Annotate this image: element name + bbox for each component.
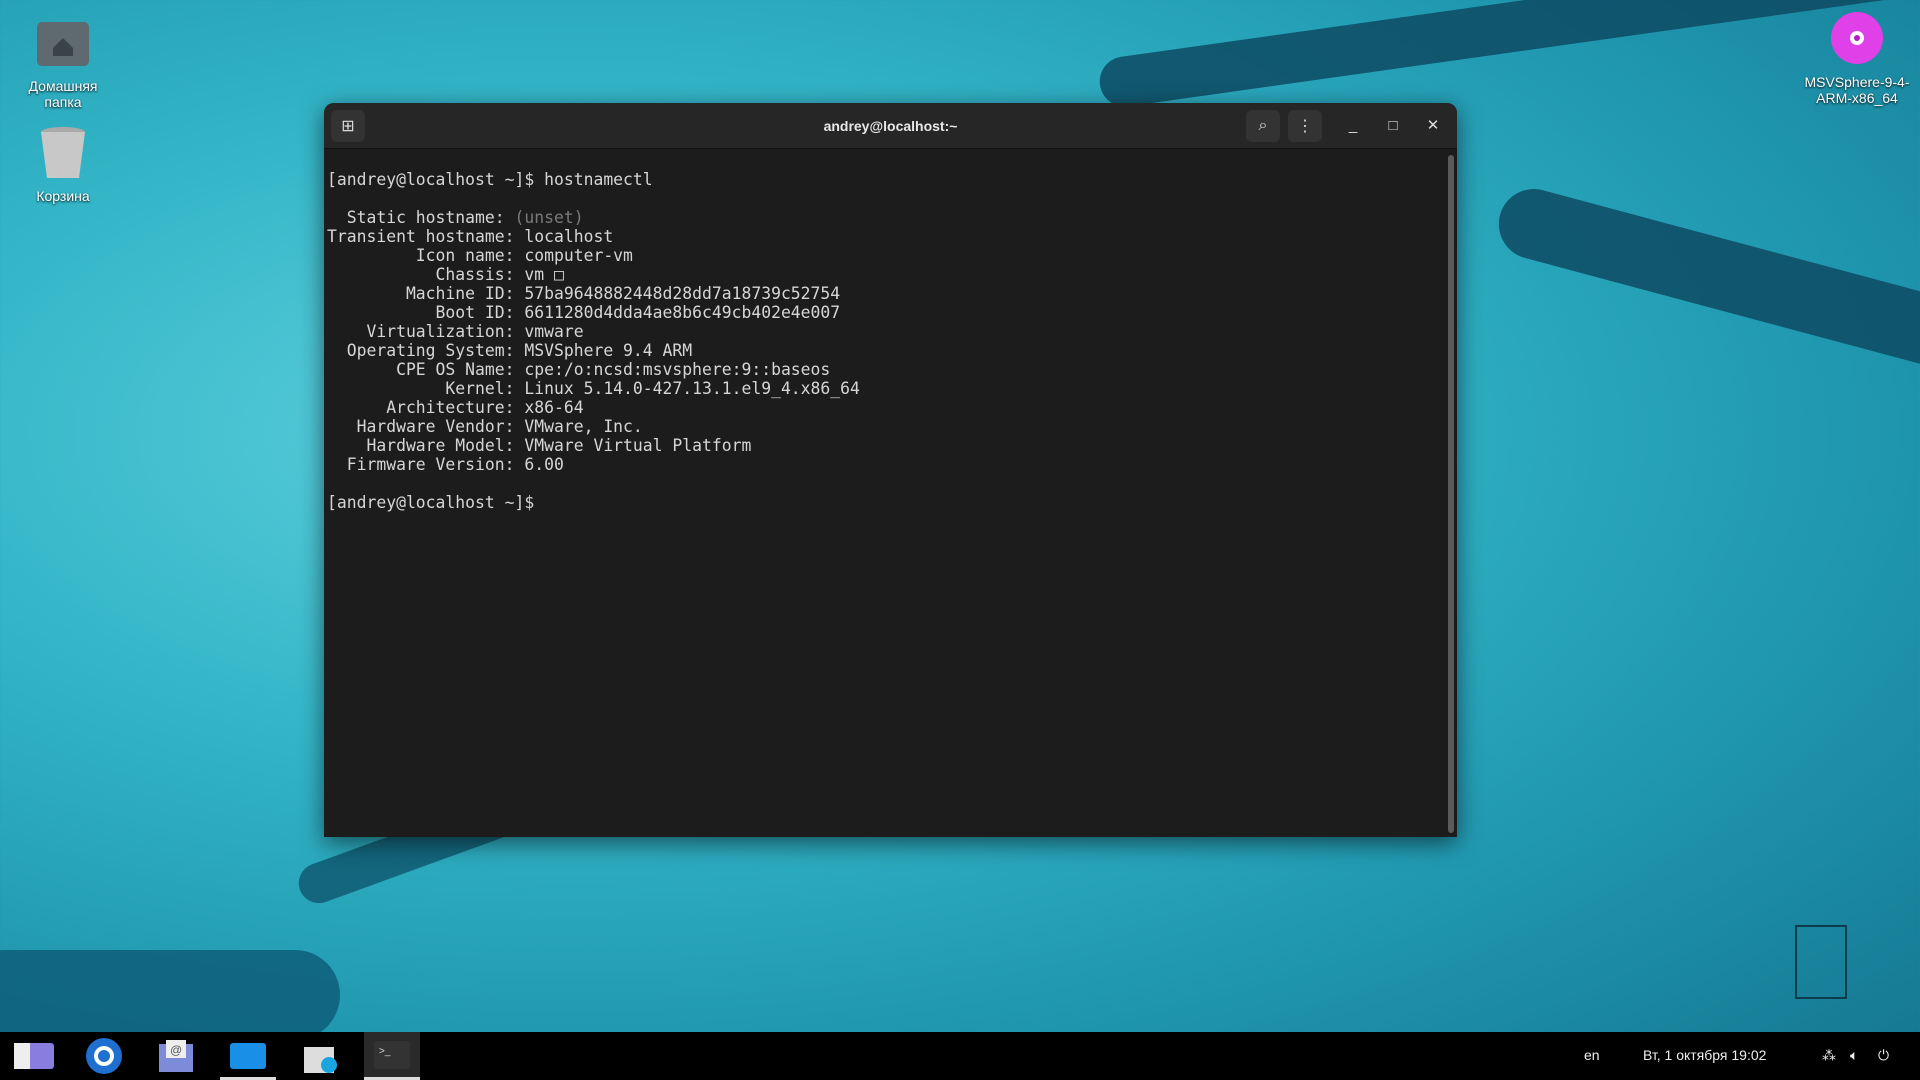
field-label: Icon name: xyxy=(327,246,525,265)
close-button[interactable]: ✕ xyxy=(1422,115,1444,137)
field-label: Hardware Vendor: xyxy=(327,417,525,436)
field-label: Chassis: xyxy=(327,265,525,284)
output-line: Hardware Vendor: VMware, Inc. xyxy=(327,417,860,436)
taskbar-files[interactable] xyxy=(220,1032,276,1080)
kebab-menu-icon: ⋮ xyxy=(1297,118,1313,135)
field-label: Boot ID: xyxy=(327,303,525,322)
field-label: Firmware Version: xyxy=(327,455,525,474)
output-line: Virtualization: vmware xyxy=(327,322,860,341)
taskbar-software-store[interactable] xyxy=(292,1032,348,1080)
mail-icon: @ xyxy=(159,1040,193,1072)
apps-menu-icon xyxy=(14,1043,54,1069)
output-line: Architecture: x86-64 xyxy=(327,398,860,417)
field-label: Architecture: xyxy=(327,398,525,417)
output-line: Machine ID: 57ba9648882448d28dd7a18739c5… xyxy=(327,284,860,303)
field-label: Kernel: xyxy=(327,379,525,398)
prompt-line: [andrey@localhost ~]$ xyxy=(327,493,860,512)
taskbar-terminal[interactable]: >_ xyxy=(364,1032,420,1080)
desktop-icon-label: Корзина xyxy=(36,188,90,204)
output-line: Boot ID: 6611280d4dda4ae8b6c49cb402e4e00… xyxy=(327,303,860,322)
output-line: Chassis: vm □ xyxy=(327,265,860,284)
output-line: Operating System: MSVSphere 9.4 ARM xyxy=(327,341,860,360)
optical-disc-icon xyxy=(1827,10,1887,70)
field-value: VMware, Inc. xyxy=(524,417,643,436)
taskbar-mail[interactable]: @ xyxy=(148,1032,204,1080)
command-line: [andrey@localhost ~]$ hostnamectl xyxy=(327,170,860,189)
desktop-icon-home[interactable]: Домашняя папка xyxy=(8,14,118,110)
field-label: Operating System: xyxy=(327,341,525,360)
field-label: Static hostname: xyxy=(327,208,515,227)
field-label: Transient hostname: xyxy=(327,227,525,246)
field-label: Hardware Model: xyxy=(327,436,525,455)
field-value: x86-64 xyxy=(524,398,584,417)
prompt: [andrey@localhost ~]$ xyxy=(327,493,545,512)
terminal-icon: >_ xyxy=(374,1040,410,1069)
search-button[interactable]: ⌕ xyxy=(1246,110,1280,142)
output-line: Kernel: Linux 5.14.0-427.13.1.el9_4.x86_… xyxy=(327,379,860,398)
clock[interactable]: Вт, 1 октября 19:02 xyxy=(1643,1047,1766,1063)
terminal-output[interactable]: [andrey@localhost ~]$ hostnamectl Static… xyxy=(327,151,860,550)
output-line: Static hostname: (unset) xyxy=(327,208,860,227)
taskbar-browser[interactable] xyxy=(76,1032,132,1080)
field-value: 6.00 xyxy=(524,455,564,474)
minimize-button[interactable]: _ xyxy=(1342,115,1364,137)
field-value: MSVSphere 9.4 ARM xyxy=(524,341,693,360)
taskbar-apps-menu[interactable] xyxy=(6,1032,62,1080)
field-value: vmware xyxy=(524,322,584,341)
field-value: VMware Virtual Platform xyxy=(524,436,752,455)
folder-home-icon xyxy=(33,14,93,74)
field-value: localhost xyxy=(524,227,614,246)
field-label: CPE OS Name: xyxy=(327,360,525,379)
output-line: Transient hostname: localhost xyxy=(327,227,860,246)
field-value: Linux 5.14.0-427.13.1.el9_4.x86_64 xyxy=(524,379,860,398)
desktop-icon-disc[interactable]: MSVSphere-9-4-ARM-x86_64 xyxy=(1800,10,1914,106)
field-label: Virtualization: xyxy=(327,322,525,341)
output-line: CPE OS Name: cpe:/o:ncsd:msvsphere:9::ba… xyxy=(327,360,860,379)
store-bag-icon xyxy=(304,1047,337,1073)
command: hostnamectl xyxy=(544,170,653,189)
taskbar: @ >_ en Вт, 1 октября 19:02 ⁂ 🔈︎ ⏻ xyxy=(0,1032,1920,1080)
menu-button[interactable]: ⋮ xyxy=(1288,110,1322,142)
stamp-logo xyxy=(1795,925,1847,999)
prompt: [andrey@localhost ~]$ xyxy=(327,170,545,189)
maximize-button[interactable]: □ xyxy=(1382,115,1404,137)
output-line: Icon name: computer-vm xyxy=(327,246,860,265)
browser-icon xyxy=(86,1038,122,1074)
field-value: vm □ xyxy=(524,265,564,284)
terminal-window[interactable]: ⊞ andrey@localhost:~ ⌕ ⋮ _ □ ✕ [andrey@l… xyxy=(324,103,1457,837)
folder-icon xyxy=(230,1042,266,1069)
desktop-icon-trash[interactable]: Корзина xyxy=(8,124,118,204)
field-value: computer-vm xyxy=(524,246,633,265)
trash-icon xyxy=(33,124,93,184)
svg-text:>_: >_ xyxy=(379,1046,391,1057)
field-value: 6611280d4dda4ae8b6c49cb402e4e007 xyxy=(524,303,841,322)
field-label: Machine ID: xyxy=(327,284,525,303)
desktop-icon-label: Домашняя папка xyxy=(28,78,98,110)
field-value: (unset) xyxy=(514,208,584,227)
scrollbar[interactable] xyxy=(1448,155,1454,833)
network-icon[interactable]: ⁂ xyxy=(1822,1047,1836,1064)
field-value: 57ba9648882448d28dd7a18739c52754 xyxy=(524,284,841,303)
keyboard-layout[interactable]: en xyxy=(1584,1047,1600,1063)
field-value: cpe:/o:ncsd:msvsphere:9::baseos xyxy=(524,360,831,379)
desktop-icon-label: MSVSphere-9-4-ARM-x86_64 xyxy=(1804,74,1910,106)
volume-icon[interactable]: 🔈︎ xyxy=(1850,1047,1858,1064)
output-line: Firmware Version: 6.00 xyxy=(327,455,860,474)
search-icon: ⌕ xyxy=(1258,117,1268,134)
terminal-titlebar[interactable]: ⊞ andrey@localhost:~ ⌕ ⋮ _ □ ✕ xyxy=(324,103,1457,149)
svg-text:@: @ xyxy=(170,1043,182,1057)
output-line: Hardware Model: VMware Virtual Platform xyxy=(327,436,860,455)
power-icon[interactable]: ⏻ xyxy=(1878,1047,1889,1064)
